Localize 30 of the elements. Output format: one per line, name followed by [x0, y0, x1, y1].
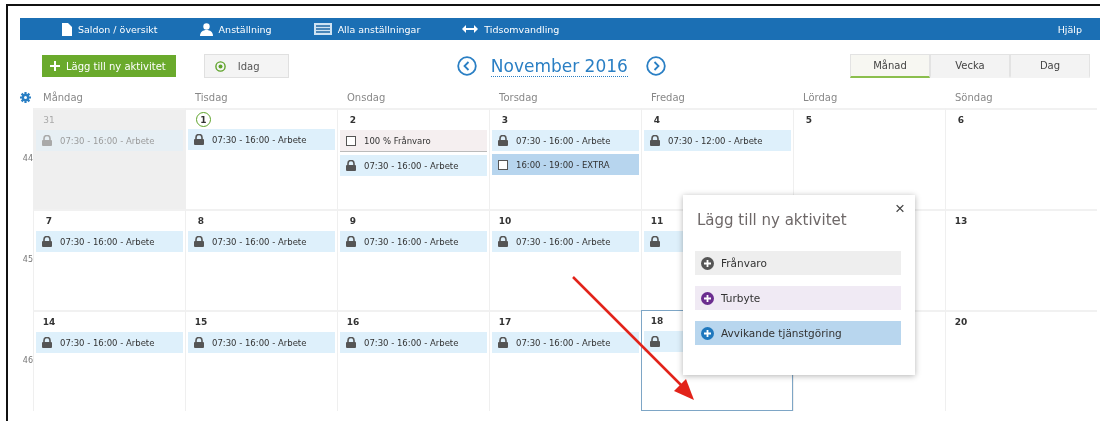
- day-number: 7: [44, 215, 54, 228]
- day-number: 4: [652, 114, 662, 127]
- weekday-header: Torsdag: [498, 91, 539, 105]
- day-number: 18: [650, 315, 664, 328]
- week-number: 44: [22, 154, 33, 163]
- weekday-header: Onsdag: [346, 91, 387, 105]
- day-number: 8: [196, 215, 206, 228]
- day-number: 13: [954, 215, 968, 228]
- day-number: 20: [954, 316, 968, 329]
- weekday-header: Lördag: [802, 91, 839, 105]
- day-number: 10: [498, 215, 512, 228]
- weekday-header: Söndag: [954, 91, 994, 105]
- week-number: 46: [22, 356, 33, 365]
- popup-title: Lägg till ny aktivitet: [697, 211, 847, 229]
- day-number: 14: [42, 316, 56, 329]
- day-number: 5: [804, 114, 814, 127]
- weekday-header: Måndag: [42, 90, 84, 105]
- day-number: 2: [348, 114, 358, 127]
- day-number: 15: [194, 316, 208, 329]
- day-number: 3: [500, 114, 510, 127]
- day-number: 6: [956, 114, 966, 127]
- day-number: 9: [348, 215, 358, 228]
- month-title: November 2016: [490, 55, 628, 77]
- weekday-header: Fredag: [650, 91, 686, 105]
- day-number: 17: [498, 316, 512, 329]
- day-number: 11: [650, 215, 664, 228]
- day-number: 31: [42, 114, 56, 127]
- day-number: 16: [346, 316, 360, 329]
- week-number: 45: [22, 255, 33, 264]
- weekday-header: Tisdag: [194, 91, 229, 105]
